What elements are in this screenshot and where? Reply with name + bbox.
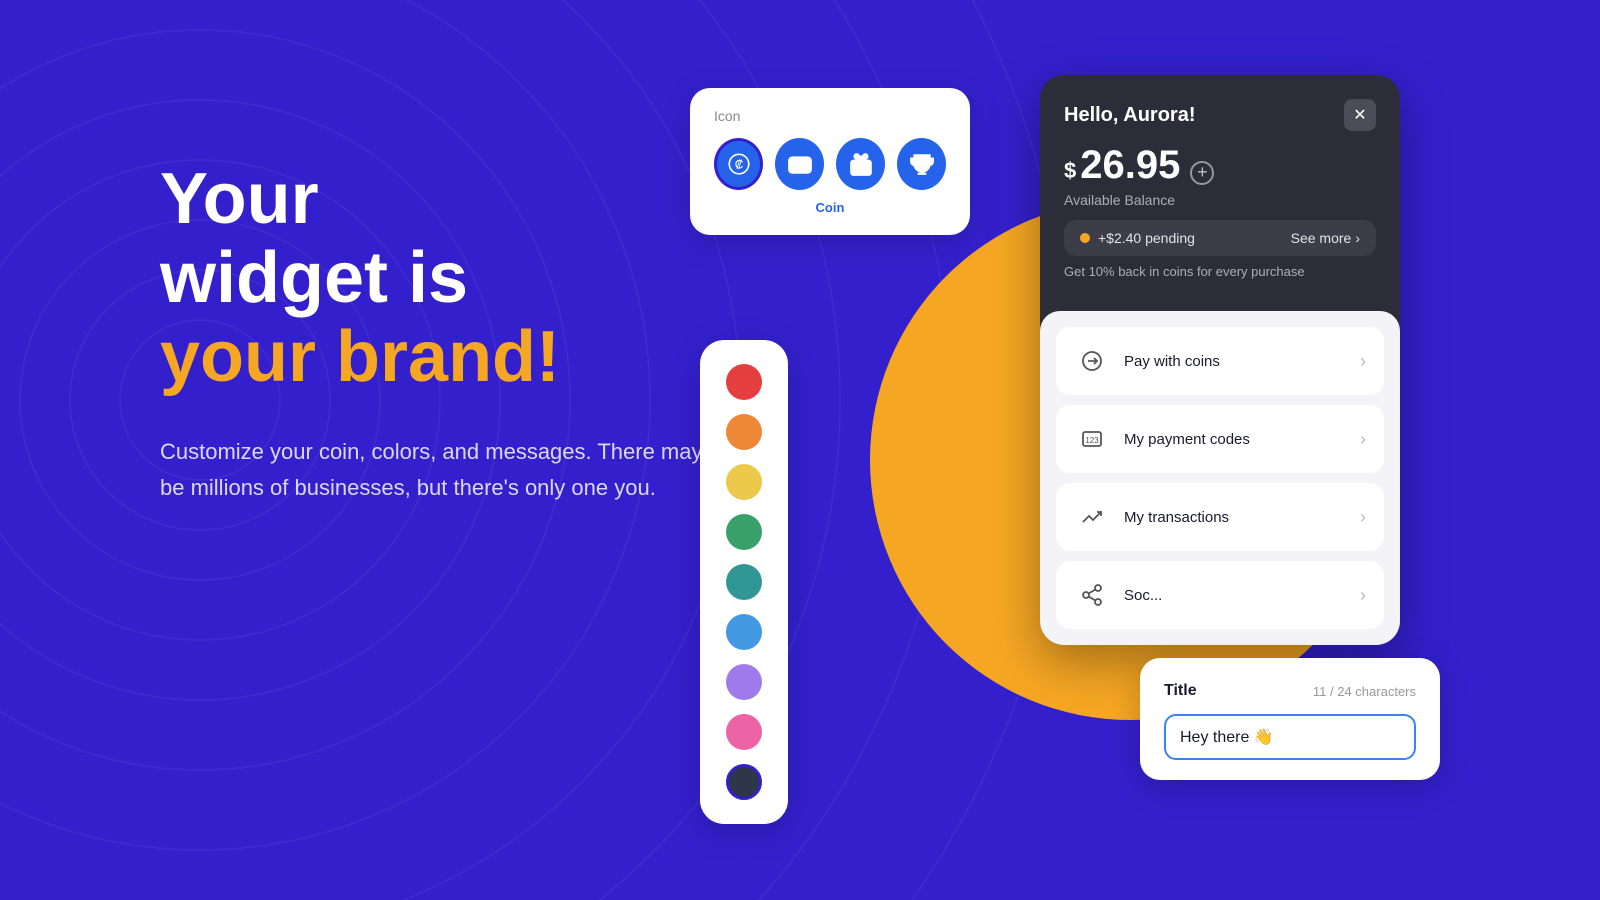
widget-promo-text: Get 10% back in coins for every purchase bbox=[1064, 264, 1376, 295]
widget-dollar-sign: $ bbox=[1064, 158, 1076, 184]
color-dot-blue[interactable] bbox=[726, 614, 762, 650]
icon-selector-card: Icon ₡ bbox=[690, 88, 970, 235]
color-dot-yellow[interactable] bbox=[726, 464, 762, 500]
description-text: Customize your coin, colors, and message… bbox=[160, 434, 720, 507]
widget-pending-info: +$2.40 pending bbox=[1080, 230, 1195, 246]
color-dot-teal[interactable] bbox=[726, 564, 762, 600]
social-chevron-icon: › bbox=[1360, 585, 1366, 606]
menu-item-transactions[interactable]: My transactions › bbox=[1056, 483, 1384, 551]
widget-pending-text: +$2.40 pending bbox=[1098, 230, 1195, 246]
menu-item-social[interactable]: Soc... › bbox=[1056, 561, 1384, 629]
widget-see-more-button[interactable]: See more › bbox=[1291, 230, 1360, 246]
widget-header: Hello, Aurora! ✕ $ 26.95 + Available Bal… bbox=[1040, 75, 1400, 311]
icon-selected-label: Coin bbox=[714, 200, 946, 215]
color-dot-green[interactable] bbox=[726, 514, 762, 550]
icon-option-trophy[interactable] bbox=[897, 138, 946, 190]
menu-label-social: Soc... bbox=[1124, 587, 1346, 604]
widget-balance-label: Available Balance bbox=[1064, 192, 1376, 208]
menu-label-transactions: My transactions bbox=[1124, 509, 1346, 526]
headline-brand: your brand! bbox=[160, 318, 720, 397]
color-dot-dark[interactable] bbox=[726, 764, 762, 800]
title-input-field[interactable] bbox=[1164, 714, 1416, 760]
transactions-chevron-icon: › bbox=[1360, 507, 1366, 528]
color-dot-red[interactable] bbox=[726, 364, 762, 400]
menu-label-payment-codes: My payment codes bbox=[1124, 431, 1346, 448]
color-dot-pink[interactable] bbox=[726, 714, 762, 750]
svg-text:123: 123 bbox=[1085, 436, 1099, 445]
widget-pending-row: +$2.40 pending See more › bbox=[1064, 220, 1376, 256]
widget-see-more-label: See more bbox=[1291, 230, 1352, 246]
title-card-counter: 11 / 24 characters bbox=[1313, 684, 1416, 699]
pay-with-coins-icon bbox=[1074, 343, 1110, 379]
left-content: Your widget is your brand! Customize you… bbox=[160, 160, 720, 506]
color-palette-card bbox=[700, 340, 788, 824]
icon-selector-label: Icon bbox=[714, 108, 946, 124]
widget-body: Pay with coins › 123 My payment codes › bbox=[1040, 311, 1400, 645]
title-card-label: Title bbox=[1164, 682, 1197, 700]
payment-codes-chevron-icon: › bbox=[1360, 429, 1366, 450]
social-icon bbox=[1074, 577, 1110, 613]
widget-greeting: Hello, Aurora! bbox=[1064, 104, 1196, 127]
widget-header-top: Hello, Aurora! ✕ bbox=[1064, 99, 1376, 131]
pending-dot-icon bbox=[1080, 233, 1090, 243]
icon-option-coin[interactable]: ₡ bbox=[714, 138, 763, 190]
color-dot-orange[interactable] bbox=[726, 414, 762, 450]
widget-close-button[interactable]: ✕ bbox=[1344, 99, 1376, 131]
title-card-header: Title 11 / 24 characters bbox=[1164, 682, 1416, 700]
icon-option-wallet[interactable] bbox=[775, 138, 824, 190]
payment-codes-icon: 123 bbox=[1074, 421, 1110, 457]
color-dot-purple[interactable] bbox=[726, 664, 762, 700]
widget-balance-row: $ 26.95 + bbox=[1064, 143, 1376, 188]
widget-card: Hello, Aurora! ✕ $ 26.95 + Available Bal… bbox=[1040, 75, 1400, 645]
headline-line1: Your bbox=[160, 160, 720, 239]
widget-add-balance-button[interactable]: + bbox=[1190, 161, 1214, 185]
pay-with-coins-chevron-icon: › bbox=[1360, 351, 1366, 372]
headline: Your widget is your brand! bbox=[160, 160, 720, 398]
menu-label-pay-with-coins: Pay with coins bbox=[1124, 353, 1346, 370]
svg-text:₡: ₡ bbox=[734, 157, 743, 171]
icon-option-gift[interactable] bbox=[836, 138, 885, 190]
transactions-icon bbox=[1074, 499, 1110, 535]
menu-item-pay-with-coins[interactable]: Pay with coins › bbox=[1056, 327, 1384, 395]
headline-line2: widget is bbox=[160, 239, 720, 318]
title-input-card: Title 11 / 24 characters bbox=[1140, 658, 1440, 780]
chevron-right-icon: › bbox=[1355, 230, 1360, 246]
menu-item-payment-codes[interactable]: 123 My payment codes › bbox=[1056, 405, 1384, 473]
widget-balance-amount: 26.95 bbox=[1080, 143, 1180, 188]
icon-options: ₡ bbox=[714, 138, 946, 190]
